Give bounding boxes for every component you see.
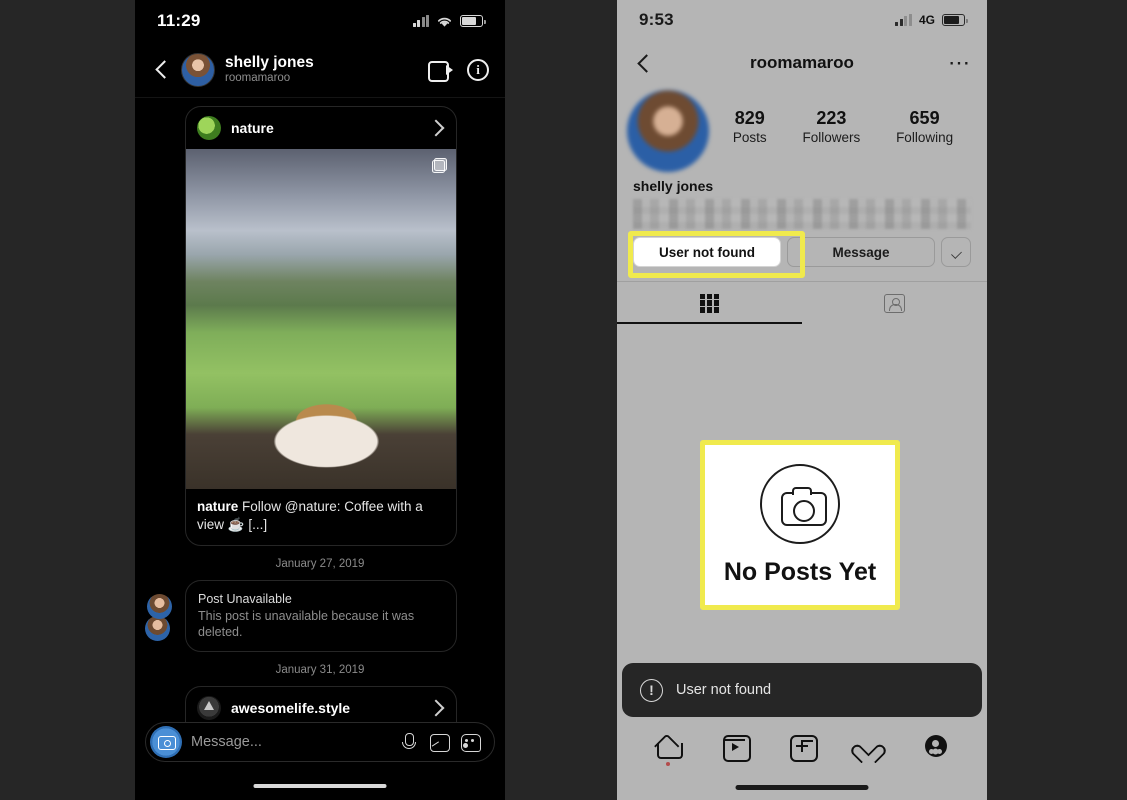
screenshot-stage: 11:29 shelly jones roomamaroo i nature n… [0, 0, 1127, 800]
bottom-tab-bar [617, 718, 987, 774]
stat-following[interactable]: 659 Following [896, 108, 953, 145]
dm-display-name: shelly jones [225, 54, 314, 72]
profile-tabs [617, 281, 987, 324]
home-indicator [253, 783, 387, 788]
microphone-icon[interactable] [397, 731, 419, 753]
dm-header: shelly jones roomamaroo i [135, 42, 505, 98]
chevron-right-icon[interactable] [427, 699, 445, 717]
battery-icon [942, 14, 968, 26]
right-phone-profile-screen: 9:53 4G roomamaroo ⋯ 829 Posts 223 Follo… [617, 0, 987, 800]
wifi-icon [437, 17, 452, 27]
cellular-bars-icon [412, 15, 429, 27]
message-composer[interactable]: Message... [145, 722, 495, 762]
profile-bio-redacted [633, 199, 971, 229]
network-type-label: 4G [918, 13, 935, 27]
info-circle-icon[interactable]: i [467, 58, 489, 81]
chevron-down-icon[interactable] [941, 237, 971, 267]
message-thread[interactable]: nature nature Follow @nature: Coffee wit… [135, 98, 505, 758]
dm-header-actions: i [428, 58, 489, 82]
avatar [197, 696, 221, 721]
stat-posts[interactable]: 829 Posts [733, 108, 767, 145]
avatar [197, 116, 221, 140]
profile-summary: 829 Posts 223 Followers 659 Following [617, 86, 987, 172]
tab-tagged[interactable] [802, 282, 987, 324]
profile-header: roomamaroo ⋯ [617, 40, 987, 86]
stat-followers[interactable]: 223 Followers [802, 108, 860, 145]
home-icon[interactable] [654, 732, 684, 766]
profile-display-name: shelly jones [633, 178, 714, 194]
gallery-icon[interactable] [428, 731, 450, 753]
empty-state-no-posts: No Posts Yet [702, 442, 898, 608]
back-chevron-icon[interactable] [633, 53, 653, 73]
stat-label: Posts [732, 129, 767, 145]
stat-value: 223 [816, 108, 847, 128]
reels-icon[interactable] [721, 732, 752, 762]
grid-icon [700, 293, 719, 313]
shared-post-image[interactable] [186, 149, 456, 489]
video-camera-icon[interactable] [428, 61, 453, 82]
date-separator: January 27, 2019 [275, 557, 365, 570]
create-post-icon[interactable] [788, 732, 818, 762]
left-status-bar: 11:29 [135, 0, 505, 42]
tagged-person-icon [884, 293, 905, 313]
avatar [147, 593, 172, 619]
exclamation-circle-icon: ! [640, 678, 663, 702]
empty-state-text: No Posts Yet [723, 557, 877, 586]
shared-post-header[interactable]: nature [186, 107, 456, 149]
profile-action-buttons: User not found Message [617, 229, 987, 267]
stat-value: 659 [909, 108, 940, 128]
more-options-icon[interactable]: ⋯ [948, 52, 971, 74]
page-title: roomamaroo [750, 53, 854, 72]
toast-message: User not found [676, 682, 772, 698]
home-indicator [735, 785, 869, 790]
toast-notification: ! User not found [622, 663, 982, 717]
camera-circle-icon [760, 463, 840, 544]
shared-post-account: awesomelife.style [231, 700, 351, 717]
left-phone-dm-screen: 11:29 shelly jones roomamaroo i nature n… [135, 0, 505, 800]
stat-label: Following [896, 129, 954, 145]
avatar[interactable] [181, 52, 215, 87]
status-indicators [412, 15, 486, 28]
chevron-right-icon[interactable] [427, 119, 445, 137]
post-unavailable-body: This post is unavailable because it was … [198, 608, 415, 640]
sticker-icon[interactable] [459, 731, 481, 753]
shared-post-account: nature [231, 120, 274, 136]
message-button[interactable]: Message [787, 237, 935, 267]
back-chevron-icon[interactable] [151, 60, 171, 80]
dm-username: roomamaroo [225, 71, 291, 84]
stat-label: Followers [802, 129, 861, 145]
tab-grid[interactable] [617, 282, 802, 324]
message-input[interactable]: Message... [191, 734, 388, 750]
profile-icon[interactable] [922, 732, 950, 760]
dm-identity[interactable]: shelly jones roomamaroo [225, 54, 418, 84]
stat-value: 829 [734, 108, 765, 128]
camera-button-icon[interactable] [150, 726, 182, 758]
profile-stats: 829 Posts 223 Followers 659 Following [715, 90, 971, 145]
caption-author: nature [197, 499, 239, 514]
profile-avatar[interactable] [627, 90, 709, 172]
battery-icon [460, 15, 486, 27]
notification-dot [666, 762, 671, 766]
status-time: 11:29 [157, 11, 201, 30]
status-time: 9:53 [639, 10, 674, 29]
shared-post-card[interactable]: nature nature Follow @nature: Coffee wit… [185, 106, 457, 546]
date-separator: January 31, 2019 [275, 664, 365, 677]
user-not-found-button[interactable]: User not found [633, 237, 781, 267]
cellular-bars-icon [895, 14, 912, 26]
post-unavailable-title: Post Unavailable [198, 591, 292, 606]
status-indicators: 4G [895, 13, 968, 27]
shared-post-caption: nature Follow @nature: Coffee with a vie… [186, 489, 456, 545]
multi-photo-badge-icon [432, 158, 447, 173]
post-unavailable-card: Post Unavailable This post is unavailabl… [185, 579, 457, 653]
activity-heart-icon[interactable] [848, 732, 888, 764]
right-status-bar: 9:53 4G [617, 0, 987, 40]
